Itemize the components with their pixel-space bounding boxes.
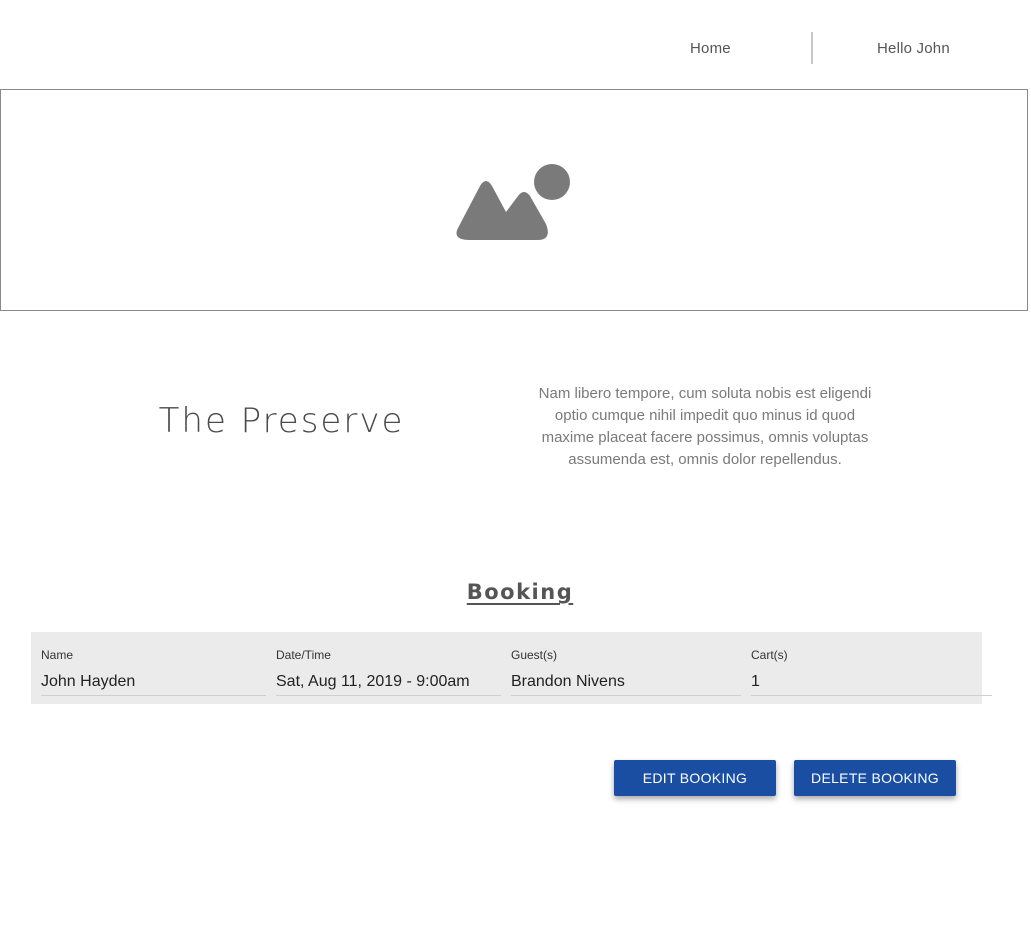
- datetime-value[interactable]: Sat, Aug 11, 2019 - 9:00am: [276, 673, 501, 691]
- datetime-underline: [276, 695, 501, 696]
- carts-value[interactable]: 1: [751, 673, 992, 691]
- name-field[interactable]: Name John Hayden: [41, 632, 266, 704]
- guests-underline: [511, 695, 741, 696]
- booking-section-title: Booking: [466, 580, 574, 604]
- venue-description: Nam libero tempore, cum soluta nobis est…: [538, 385, 872, 468]
- edit-booking-button[interactable]: Edit Booking: [614, 760, 776, 796]
- carts-label: Cart(s): [751, 648, 788, 662]
- guests-field[interactable]: Guest(s) Brandon Nivens: [511, 632, 741, 704]
- hero-image-placeholder: [0, 89, 1028, 311]
- nav-home-link[interactable]: Home: [690, 40, 731, 57]
- carts-field[interactable]: Cart(s) 1: [751, 632, 992, 704]
- venue-title: The Preserve: [158, 401, 405, 441]
- booking-details-panel: Name John Hayden Date/Time Sat, Aug 11, …: [31, 632, 992, 704]
- name-value[interactable]: John Hayden: [41, 673, 266, 691]
- top-nav: Home Hello John: [0, 0, 1031, 90]
- guests-label: Guest(s): [511, 648, 558, 662]
- carts-underline: [751, 695, 992, 696]
- datetime-label: Date/Time: [276, 648, 331, 662]
- delete-booking-button[interactable]: Delete Booking: [794, 760, 956, 796]
- nav-user-greeting[interactable]: Hello John: [877, 40, 950, 57]
- guests-value[interactable]: Brandon Nivens: [511, 673, 741, 691]
- name-underline: [41, 695, 266, 696]
- name-label: Name: [41, 648, 74, 662]
- image-placeholder-icon: [456, 164, 570, 240]
- datetime-field[interactable]: Date/Time Sat, Aug 11, 2019 - 9:00am: [276, 632, 501, 704]
- nav-divider: [811, 32, 813, 64]
